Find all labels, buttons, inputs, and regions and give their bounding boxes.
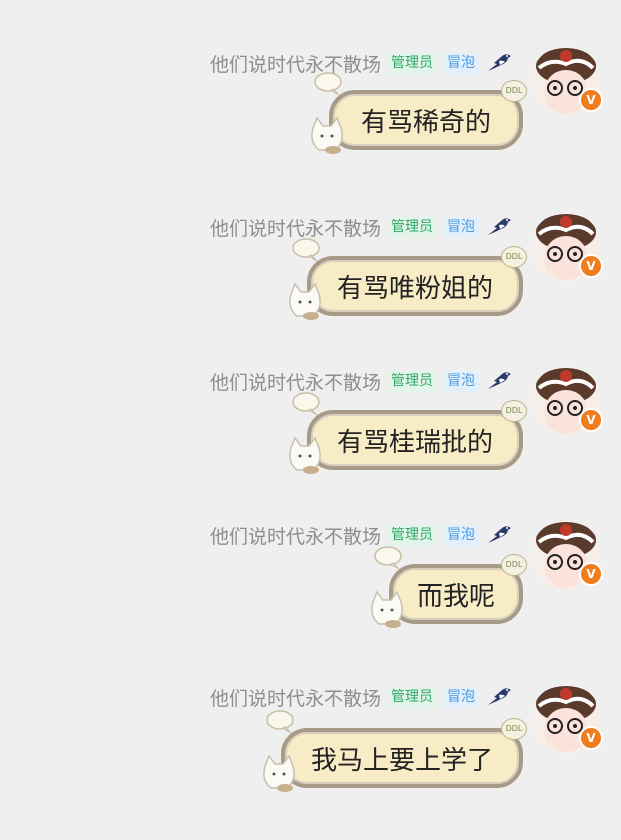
message-text: 我马上要上学了 xyxy=(310,745,493,776)
magpie-bird-icon xyxy=(488,218,511,235)
magpie-bird-icon xyxy=(488,372,511,389)
chat-message: 他们说时代永不散场 管理员 冒泡 V 有骂唯粉姐的 DDL xyxy=(0,212,621,342)
ddl-sticker-icon: DDL xyxy=(501,718,527,740)
speech-puff-icon xyxy=(266,710,294,734)
chat-message: 他们说时代永不散场 管理员 冒泡 V 有骂稀奇的 DDL xyxy=(0,46,621,176)
chat-message: 他们说时代永不散场 管理员 冒泡 V 而我呢 DDL xyxy=(0,520,621,650)
admin-tag: 管理员 xyxy=(387,524,437,546)
cat-sticker-icon xyxy=(289,436,321,474)
admin-tag: 管理员 xyxy=(387,686,437,708)
message-bubble-wrap: 有骂唯粉姐的 DDL xyxy=(289,238,527,320)
bubble-tag: 冒泡 xyxy=(443,52,479,74)
message-bubble[interactable]: 我马上要上学了 DDL xyxy=(263,710,527,792)
admin-tag: 管理员 xyxy=(387,370,437,392)
ddl-sticker-icon: DDL xyxy=(501,554,527,576)
avatar[interactable]: V xyxy=(531,684,603,754)
message-bubble-wrap: 我马上要上学了 DDL xyxy=(263,710,527,792)
message-bubble[interactable]: 有骂唯粉姐的 DDL xyxy=(289,238,527,320)
bubble-tag: 冒泡 xyxy=(443,370,479,392)
ddl-sticker-icon: DDL xyxy=(501,80,527,102)
magpie-bird-icon xyxy=(488,526,511,543)
cat-sticker-icon xyxy=(311,116,343,154)
message-header: 他们说时代永不散场 管理员 冒泡 xyxy=(210,684,513,710)
message-header: 他们说时代永不散场 管理员 冒泡 xyxy=(210,50,513,76)
verified-v-icon: V xyxy=(579,562,603,586)
sender-nickname[interactable]: 他们说时代永不散场 xyxy=(210,50,381,77)
speech-puff-icon xyxy=(292,238,320,262)
verified-v-icon: V xyxy=(579,88,603,112)
admin-tag: 管理员 xyxy=(387,52,437,74)
message-header: 他们说时代永不散场 管理员 冒泡 xyxy=(210,522,513,548)
bubble-tag: 冒泡 xyxy=(443,216,479,238)
speech-puff-icon xyxy=(292,392,320,416)
avatar[interactable]: V xyxy=(531,366,603,436)
bubble-tag: 冒泡 xyxy=(443,524,479,546)
message-text: 有骂唯粉姐的 xyxy=(336,273,493,304)
speech-puff-icon xyxy=(374,546,402,570)
message-text: 有骂桂瑞批的 xyxy=(336,427,493,458)
cat-sticker-icon xyxy=(263,754,295,792)
bubble-tag: 冒泡 xyxy=(443,686,479,708)
message-bubble-wrap: 有骂桂瑞批的 DDL xyxy=(289,392,527,474)
message-header: 他们说时代永不散场 管理员 冒泡 xyxy=(210,214,513,240)
message-bubble[interactable]: 有骂桂瑞批的 DDL xyxy=(289,392,527,474)
message-bubble[interactable]: 而我呢 DDL xyxy=(371,546,527,628)
message-text: 而我呢 xyxy=(416,581,495,612)
magpie-bird-icon xyxy=(488,688,511,705)
message-bubble-wrap: 有骂稀奇的 DDL xyxy=(311,72,527,154)
magpie-bird-icon xyxy=(488,54,511,71)
sender-nickname[interactable]: 他们说时代永不散场 xyxy=(210,522,381,549)
message-bubble[interactable]: 有骂稀奇的 DDL xyxy=(311,72,527,154)
chat-message: 他们说时代永不散场 管理员 冒泡 V 我马上要上学了 DDL xyxy=(0,684,621,824)
message-text: 有骂稀奇的 xyxy=(360,107,491,138)
cat-sticker-icon xyxy=(289,282,321,320)
message-header: 他们说时代永不散场 管理员 冒泡 xyxy=(210,368,513,394)
speech-puff-icon xyxy=(314,72,342,96)
ddl-sticker-icon: DDL xyxy=(501,246,527,268)
sender-nickname[interactable]: 他们说时代永不散场 xyxy=(210,684,381,711)
message-bubble-wrap: 而我呢 DDL xyxy=(371,546,527,628)
ddl-sticker-icon: DDL xyxy=(501,400,527,422)
verified-v-icon: V xyxy=(579,408,603,432)
cat-sticker-icon xyxy=(371,590,403,628)
verified-v-icon: V xyxy=(579,254,603,278)
verified-v-icon: V xyxy=(579,726,603,750)
chat-message: 他们说时代永不散场 管理员 冒泡 V 有骂桂瑞批的 DDL xyxy=(0,366,621,496)
avatar[interactable]: V xyxy=(531,212,603,282)
admin-tag: 管理员 xyxy=(387,216,437,238)
avatar[interactable]: V xyxy=(531,520,603,590)
avatar[interactable]: V xyxy=(531,46,603,116)
